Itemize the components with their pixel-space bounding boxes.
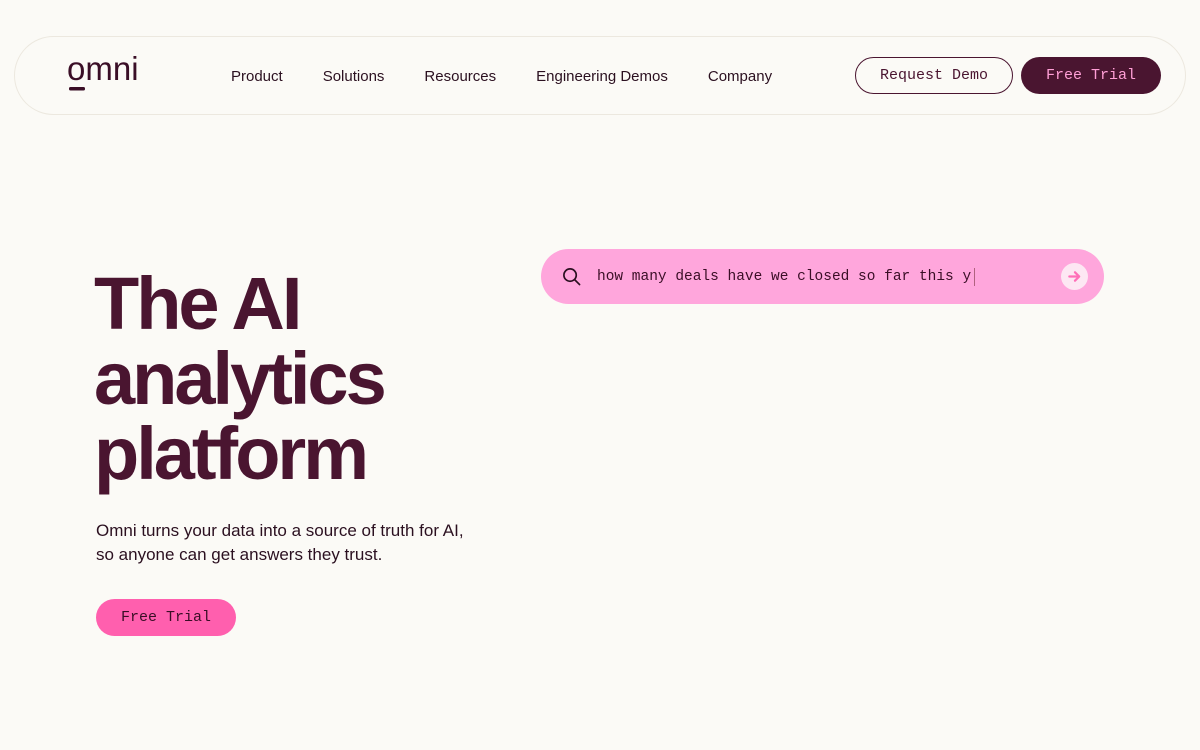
nav-link-company[interactable]: Company <box>708 68 772 85</box>
text-caret <box>974 267 976 286</box>
search-query-text[interactable]: how many deals have we closed so far thi… <box>597 249 976 304</box>
hero-free-trial-button[interactable]: Free Trial <box>96 599 236 636</box>
hero-title-line-3: platform <box>94 412 369 495</box>
nav-link-resources[interactable]: Resources <box>424 68 496 85</box>
hero-title: The AI analytics platform <box>94 266 554 491</box>
nav-free-trial-button[interactable]: Free Trial <box>1021 57 1161 94</box>
nav-link-product[interactable]: Product <box>231 68 283 85</box>
nav-links: Product Solutions Resources Engineering … <box>231 37 772 116</box>
hero-title-line-2: analytics <box>94 337 387 420</box>
top-navbar: omni Product Solutions Resources Enginee… <box>14 36 1186 115</box>
search-icon <box>563 268 581 286</box>
nav-link-engineering-demos[interactable]: Engineering Demos <box>536 68 668 85</box>
page: omni Product Solutions Resources Enginee… <box>0 0 1200 750</box>
hero-title-line-1: The AI <box>94 262 302 345</box>
search-submit-button[interactable] <box>1061 263 1088 290</box>
ai-search-bar[interactable]: how many deals have we closed so far thi… <box>541 249 1104 304</box>
arrow-right-icon <box>1068 271 1081 282</box>
search-query-value: how many deals have we closed so far thi… <box>597 268 972 285</box>
hero-subtitle: Omni turns your data into a source of tr… <box>96 521 464 564</box>
svg-text:omni: omni <box>67 55 139 87</box>
omni-logo[interactable]: omni <box>67 55 159 97</box>
nav-link-solutions[interactable]: Solutions <box>323 68 385 85</box>
request-demo-button[interactable]: Request Demo <box>855 57 1013 94</box>
